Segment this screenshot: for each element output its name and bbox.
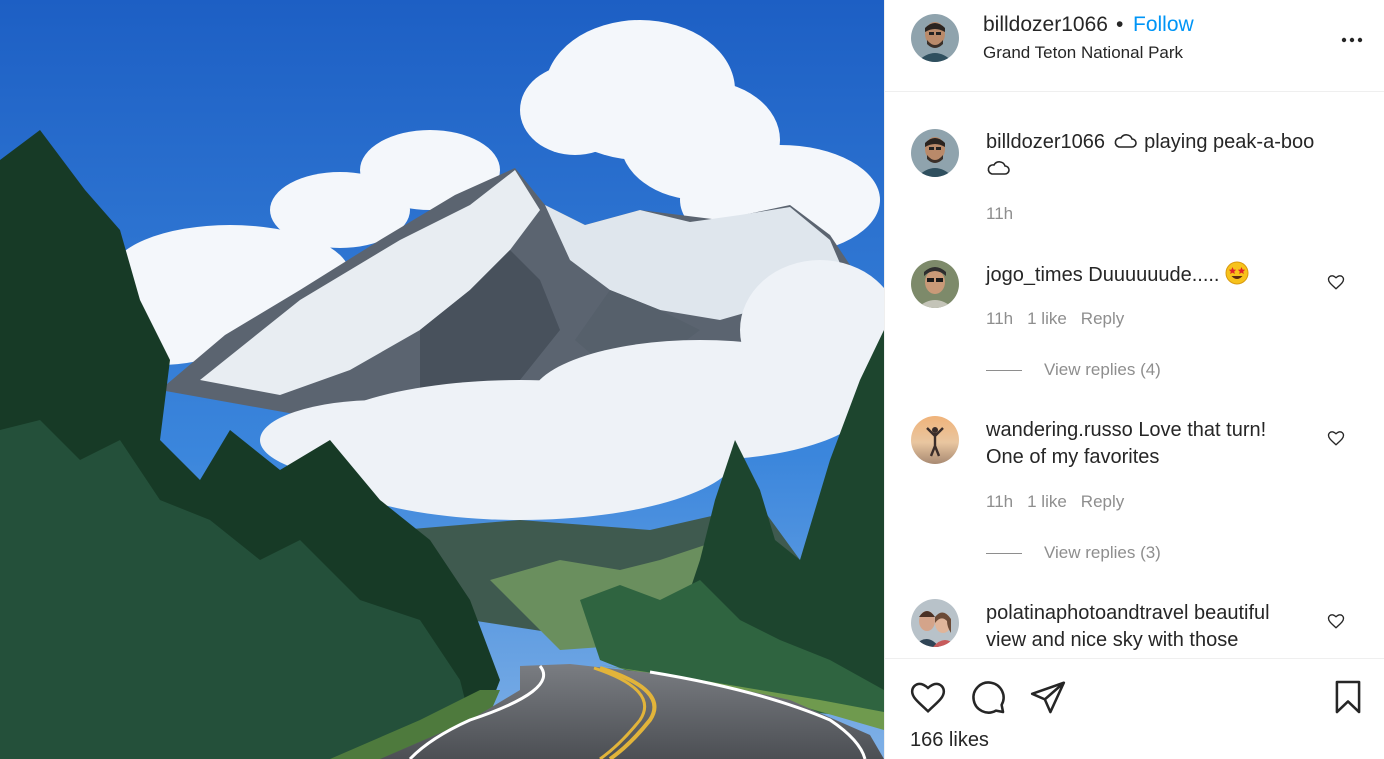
comment-username[interactable]: polatinaphotoandtravel [986, 602, 1188, 624]
view-replies-button[interactable]: View replies (4) [986, 360, 1161, 380]
cloud-icon [987, 161, 1010, 175]
bookmark-icon[interactable] [1329, 678, 1367, 716]
comment-username[interactable]: jogo_times [986, 264, 1083, 286]
reply-button[interactable]: Reply [1081, 492, 1124, 511]
comment-text: jogo_times Duuuuuude..... [986, 261, 1346, 289]
follow-button[interactable]: Follow [1133, 13, 1194, 37]
caption-username[interactable]: billdozer1066 [986, 131, 1105, 153]
comment-body-line2: view and nice sky with those [986, 629, 1239, 651]
commenter-avatar-image [911, 416, 959, 464]
caption-text: billdozer1066 playing peak-a-boo [986, 129, 1346, 183]
cloud-icon [1114, 134, 1137, 148]
comment-likes[interactable]: 1 like [1027, 492, 1067, 511]
comment-text: wandering.russo Love that turn! One of m… [986, 417, 1346, 471]
author-username[interactable]: billdozer1066 [983, 13, 1108, 37]
comment-body: Duuuuuude..... [1088, 264, 1220, 286]
post-header: billdozer1066 • Follow Grand Teton Natio… [885, 0, 1384, 92]
caption-body: playing peak-a-boo [1144, 131, 1315, 153]
view-replies-label: View replies (4) [1044, 360, 1161, 379]
more-horizontal-icon[interactable] [1340, 28, 1364, 52]
like-comment-heart-icon[interactable] [1327, 273, 1345, 291]
separator-dot: • [1116, 13, 1124, 36]
caption-author-avatar[interactable] [911, 129, 959, 177]
view-replies-label: View replies (3) [1044, 543, 1161, 562]
comment-body-line2: One of my favorites [986, 446, 1160, 468]
post-photo[interactable] [0, 0, 884, 759]
view-replies-button[interactable]: View replies (3) [986, 543, 1161, 563]
comment-icon[interactable] [969, 678, 1007, 716]
author-avatar[interactable] [911, 14, 959, 62]
like-comment-heart-icon[interactable] [1327, 429, 1345, 447]
comment-time: 11h [986, 309, 1014, 328]
commenter-avatar[interactable] [911, 416, 959, 464]
comment-text: polatinaphotoandtravel beautiful view an… [986, 600, 1346, 654]
post-location[interactable]: Grand Teton National Park [983, 43, 1183, 63]
like-comment-heart-icon[interactable] [1327, 612, 1345, 630]
replies-divider [986, 553, 1022, 555]
landscape-photo [0, 0, 884, 759]
reply-button[interactable]: Reply [1081, 309, 1124, 328]
comment-username[interactable]: wandering.russo [986, 419, 1133, 441]
commenter-avatar[interactable] [911, 599, 959, 647]
comment-body: beautiful [1193, 602, 1270, 624]
comment-meta: 11h 1 like Reply [986, 492, 1124, 512]
comment-meta: 11h 1 like Reply [986, 309, 1124, 329]
commenter-avatar-image [911, 260, 959, 308]
commenter-avatar-image [911, 599, 959, 647]
comments-list[interactable]: billdozer1066 playing peak-a-boo 11h jog… [885, 93, 1384, 658]
replies-divider [986, 370, 1022, 372]
likes-count[interactable]: 166 likes [910, 729, 989, 752]
post-side-panel: billdozer1066 • Follow Grand Teton Natio… [884, 0, 1384, 759]
share-icon[interactable] [1029, 678, 1067, 716]
caption-avatar-image [911, 129, 959, 177]
star-struck-emoji [1225, 261, 1249, 285]
caption-time: 11h [986, 204, 1014, 223]
author-avatar-image [911, 14, 959, 62]
comment-likes[interactable]: 1 like [1027, 309, 1067, 328]
comment-body: Love that turn! [1138, 419, 1267, 441]
heart-icon[interactable] [909, 678, 947, 716]
comment-time: 11h [986, 492, 1014, 511]
commenter-avatar[interactable] [911, 260, 959, 308]
post-actions-bar: 166 likes [885, 658, 1384, 759]
caption-meta: 11h [986, 204, 1013, 224]
